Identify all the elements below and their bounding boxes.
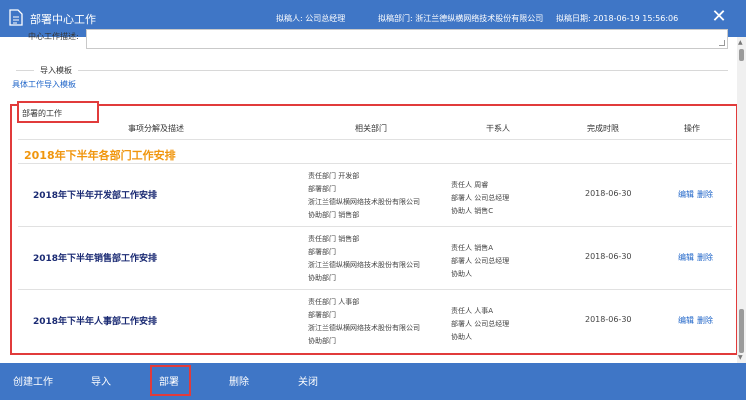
edit-link[interactable]: 编辑 [678, 315, 694, 326]
delete-button[interactable]: 删除 [229, 373, 249, 388]
header-deadline: 完成时限 [587, 124, 619, 133]
header-actions: 操作 [684, 124, 700, 133]
deployed-work-legend: 部署的工作 [22, 109, 62, 118]
vertical-scrollbar[interactable]: ▲ ▼ [737, 37, 746, 363]
create-work-button[interactable]: 创建工作 [13, 373, 53, 388]
group-title: 2018年下半年各部门工作安排 [24, 149, 176, 162]
scroll-thumb[interactable] [739, 309, 744, 353]
deadline: 2018-06-30 [585, 252, 632, 261]
drafter-info: 拟稿人: 公司总经理 [276, 14, 346, 23]
close-button[interactable]: 关闭 [298, 373, 318, 388]
table-row: 2018年下半年开发部工作安排 责任部门 开发部 部署部门 浙江兰德纵横网络技术… [18, 164, 732, 226]
description-row: 中心工作描述: [16, 29, 728, 49]
import-button[interactable]: 导入 [91, 373, 111, 388]
dept-line: 浙江兰德纵横网络技术股份有限公司 [308, 198, 420, 206]
person-line: 部署人 公司总经理 [451, 194, 510, 202]
person-line: 协助人 [451, 270, 472, 278]
resize-grip-icon[interactable] [719, 40, 725, 46]
person-line: 责任人 人事A [451, 307, 494, 315]
related-departments: 责任部门 人事部 部署部门 浙江兰德纵横网络技术股份有限公司 协助部门 [308, 296, 420, 348]
scroll-thumb-top[interactable] [739, 49, 744, 61]
related-departments: 责任部门 开发部 部署部门 浙江兰德纵横网络技术股份有限公司 协助部门 销售部 [308, 170, 420, 222]
person-line: 责任人 销售A [451, 244, 494, 252]
dept-line: 浙江兰德纵横网络技术股份有限公司 [308, 261, 420, 269]
table-row: 2018年下半年销售部工作安排 责任部门 销售部 部署部门 浙江兰德纵横网络技术… [18, 227, 732, 289]
date-info: 拟稿日期: 2018-06-19 15:56:06 [556, 14, 679, 23]
stakeholders: 责任人 人事A 部署人 公司总经理 协助人 [451, 305, 509, 344]
description-textarea[interactable] [86, 29, 728, 49]
header-stakeholders: 干系人 [486, 124, 510, 133]
dept-line: 部署部门 [308, 311, 336, 319]
scroll-down-icon[interactable]: ▼ [738, 354, 743, 361]
dept-line: 责任部门 开发部 [308, 172, 360, 180]
person-line: 协助人 [451, 333, 472, 341]
window-title: 部署中心工作 [30, 13, 96, 26]
department-info: 拟稿部门: 浙江兰德纵横网络技术股份有限公司 [378, 14, 544, 23]
delete-link[interactable]: 删除 [697, 189, 713, 200]
person-line: 部署人 公司总经理 [451, 257, 510, 265]
deadline: 2018-06-30 [585, 315, 632, 324]
edit-link[interactable]: 编辑 [678, 252, 694, 263]
edit-link[interactable]: 编辑 [678, 189, 694, 200]
import-template-legend: 导入模板 [34, 65, 78, 76]
scroll-up-icon[interactable]: ▲ [738, 39, 743, 46]
dept-line: 部署部门 [308, 248, 336, 256]
person-line: 协助人 销售C [451, 207, 494, 215]
header-description: 事项分解及描述 [128, 124, 184, 133]
description-label: 中心工作描述: [28, 32, 79, 41]
dept-line: 浙江兰德纵横网络技术股份有限公司 [308, 324, 420, 332]
task-name: 2018年下半年开发部工作安排 [33, 191, 158, 201]
delete-link[interactable]: 删除 [697, 252, 713, 263]
task-name: 2018年下半年人事部工作安排 [33, 317, 158, 327]
import-template-group: 导入模板 [16, 65, 728, 96]
related-departments: 责任部门 销售部 部署部门 浙江兰德纵横网络技术股份有限公司 协助部门 [308, 233, 420, 285]
dept-line: 责任部门 人事部 [308, 298, 360, 306]
deadline: 2018-06-30 [585, 189, 632, 198]
header-departments: 相关部门 [355, 124, 387, 133]
stakeholders: 责任人 周睿 部署人 公司总经理 协助人 销售C [451, 179, 509, 218]
task-name: 2018年下半年销售部工作安排 [33, 254, 158, 264]
document-icon [9, 9, 23, 26]
dept-line: 部署部门 [308, 185, 336, 193]
person-line: 责任人 周睿 [451, 181, 489, 189]
dept-line: 协助部门 销售部 [308, 211, 360, 219]
import-template-link[interactable]: 具体工作导入模板 [12, 79, 76, 90]
dept-line: 责任部门 销售部 [308, 235, 360, 243]
header-divider [18, 139, 732, 140]
stakeholders: 责任人 销售A 部署人 公司总经理 协助人 [451, 242, 509, 281]
delete-link[interactable]: 删除 [697, 315, 713, 326]
deploy-button[interactable]: 部署 [159, 373, 179, 388]
table-row: 2018年下半年人事部工作安排 责任部门 人事部 部署部门 浙江兰德纵横网络技术… [18, 290, 732, 352]
person-line: 部署人 公司总经理 [451, 320, 510, 328]
close-icon[interactable]: ✕ [710, 7, 728, 27]
footer-toolbar: 创建工作 导入 部署 删除 关闭 [0, 363, 746, 400]
dept-line: 协助部门 [308, 274, 336, 282]
dept-line: 协助部门 [308, 337, 336, 345]
